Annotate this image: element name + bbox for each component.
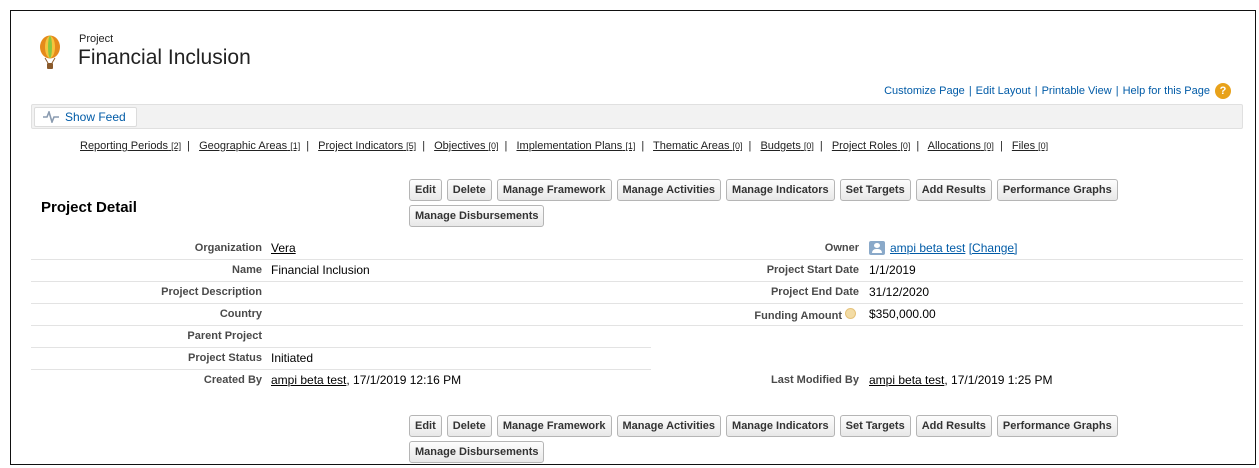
field-value-last-modified-by: ampi beta test, 17/1/2019 1:25 PM — [869, 373, 1052, 387]
section-title: Project Detail — [41, 199, 137, 216]
add-results-button[interactable]: Add Results — [915, 179, 992, 201]
detail-row: Project Status Initiated — [31, 348, 1243, 370]
manage-framework-button[interactable]: Manage Framework — [496, 179, 612, 201]
field-value-end-date: 31/12/2020 — [869, 285, 930, 299]
field-value-name: Financial Inclusion — [271, 263, 370, 277]
info-icon[interactable] — [845, 308, 856, 319]
detail-row: Created By ampi beta test, 17/1/2019 12:… — [31, 370, 1243, 392]
manage-disbursements-button[interactable]: Manage Disbursements — [409, 205, 545, 227]
field-value-start-date: 1/1/2019 — [869, 263, 916, 277]
page-title: Financial Inclusion — [78, 46, 251, 69]
set-targets-button[interactable]: Set Targets — [839, 415, 911, 437]
field-label-organization: Organization — [194, 242, 262, 254]
last-modified-date: , 17/1/2019 1:25 PM — [944, 373, 1053, 387]
related-link-geographic-areas[interactable]: Geographic Areas [1] — [199, 140, 300, 152]
detail-row: Project Description Project End Date 31/… — [31, 282, 1243, 304]
field-label-start-date: Project Start Date — [766, 264, 859, 276]
pulse-icon — [43, 111, 59, 123]
field-value-status: Initiated — [271, 351, 314, 365]
field-label-status: Project Status — [188, 352, 262, 364]
detail-row: Country Funding Amount $350,000.00 — [31, 304, 1243, 326]
edit-button[interactable]: Edit — [409, 179, 442, 201]
last-modified-user-link[interactable]: ampi beta test — [869, 373, 944, 387]
manage-disbursements-button[interactable]: Manage Disbursements — [409, 441, 545, 463]
related-link-objectives[interactable]: Objectives [0] — [434, 140, 498, 152]
field-label-description: Project Description — [161, 286, 262, 298]
edit-layout-link[interactable]: Edit Layout — [976, 85, 1031, 97]
related-link-project-roles[interactable]: Project Roles [0] — [832, 140, 911, 152]
field-label-owner: Owner — [824, 242, 859, 254]
field-label-country: Country — [219, 308, 262, 320]
organization-link[interactable]: Vera — [271, 241, 296, 255]
related-link-reporting-periods[interactable]: Reporting Periods [2] — [80, 140, 181, 152]
detail-row: Parent Project — [31, 326, 1243, 348]
field-value-created-by: ampi beta test, 17/1/2019 12:16 PM — [271, 373, 461, 387]
separator: | — [1034, 85, 1038, 97]
detail-row: Name Financial Inclusion Project Start D… — [31, 260, 1243, 282]
show-feed-label: Show Feed — [65, 110, 126, 124]
field-label-created-by: Created By — [203, 374, 262, 386]
manage-activities-button[interactable]: Manage Activities — [616, 415, 722, 437]
created-by-date: , 17/1/2019 12:16 PM — [346, 373, 462, 387]
change-owner-link[interactable]: [Change] — [969, 241, 1018, 255]
delete-button[interactable]: Delete — [446, 179, 492, 201]
field-label-end-date: Project End Date — [770, 286, 859, 298]
separator: | — [1115, 85, 1119, 97]
owner-link[interactable]: ampi beta test — [890, 241, 965, 255]
related-link-thematic-areas[interactable]: Thematic Areas [0] — [653, 140, 743, 152]
edit-button[interactable]: Edit — [409, 415, 442, 437]
manage-indicators-button[interactable]: Manage Indicators — [726, 415, 835, 437]
top-button-bar: Edit Delete Manage Framework Manage Acti… — [409, 179, 1169, 227]
add-results-button[interactable]: Add Results — [915, 415, 992, 437]
show-feed-button[interactable]: Show Feed — [34, 107, 137, 127]
user-icon — [869, 241, 885, 255]
set-targets-button[interactable]: Set Targets — [839, 179, 911, 201]
help-link[interactable]: Help for this Page — [1123, 85, 1210, 97]
printable-view-link[interactable]: Printable View — [1042, 85, 1112, 97]
page-frame: Project Financial Inclusion Customize Pa… — [10, 10, 1256, 465]
customize-page-link[interactable]: Customize Page — [884, 85, 965, 97]
feed-bar: Show Feed — [31, 104, 1243, 129]
field-label-funding-amount: Funding Amount — [754, 308, 859, 322]
related-list-links: Reporting Periods [2] | Geographic Areas … — [80, 140, 1049, 152]
performance-graphs-button[interactable]: Performance Graphs — [996, 415, 1118, 437]
field-label-name: Name — [232, 264, 262, 276]
delete-button[interactable]: Delete — [446, 415, 492, 437]
separator: | — [968, 85, 972, 97]
manage-activities-button[interactable]: Manage Activities — [616, 179, 722, 201]
field-label-parent-project: Parent Project — [187, 330, 262, 342]
performance-graphs-button[interactable]: Performance Graphs — [996, 179, 1118, 201]
field-label-last-modified-by: Last Modified By — [770, 374, 859, 386]
field-value-owner: ampi beta test [Change] — [869, 241, 1017, 255]
related-link-project-indicators[interactable]: Project Indicators [5] — [318, 140, 416, 152]
related-link-implementation-plans[interactable]: Implementation Plans [1] — [516, 140, 635, 152]
related-link-budgets[interactable]: Budgets [0] — [760, 140, 813, 152]
related-link-allocations[interactable]: Allocations [0] — [928, 140, 994, 152]
object-type-label: Project — [79, 33, 114, 45]
created-by-user-link[interactable]: ampi beta test — [271, 373, 346, 387]
bottom-button-bar: Edit Delete Manage Framework Manage Acti… — [409, 415, 1169, 463]
field-value-funding-amount: $350,000.00 — [869, 307, 936, 321]
manage-indicators-button[interactable]: Manage Indicators — [726, 179, 835, 201]
header-links: Customize Page | Edit Layout | Printable… — [884, 83, 1231, 99]
field-value-organization: Vera — [271, 241, 296, 255]
balloon-icon — [40, 35, 60, 69]
detail-section: Organization Vera Owner ampi beta test [… — [31, 238, 1243, 392]
help-icon[interactable]: ? — [1215, 83, 1231, 99]
manage-framework-button[interactable]: Manage Framework — [496, 415, 612, 437]
page-header: Project Financial Inclusion Customize Pa… — [33, 25, 1243, 99]
related-link-files[interactable]: Files [0] — [1012, 140, 1048, 152]
detail-row: Organization Vera Owner ampi beta test [… — [31, 238, 1243, 260]
